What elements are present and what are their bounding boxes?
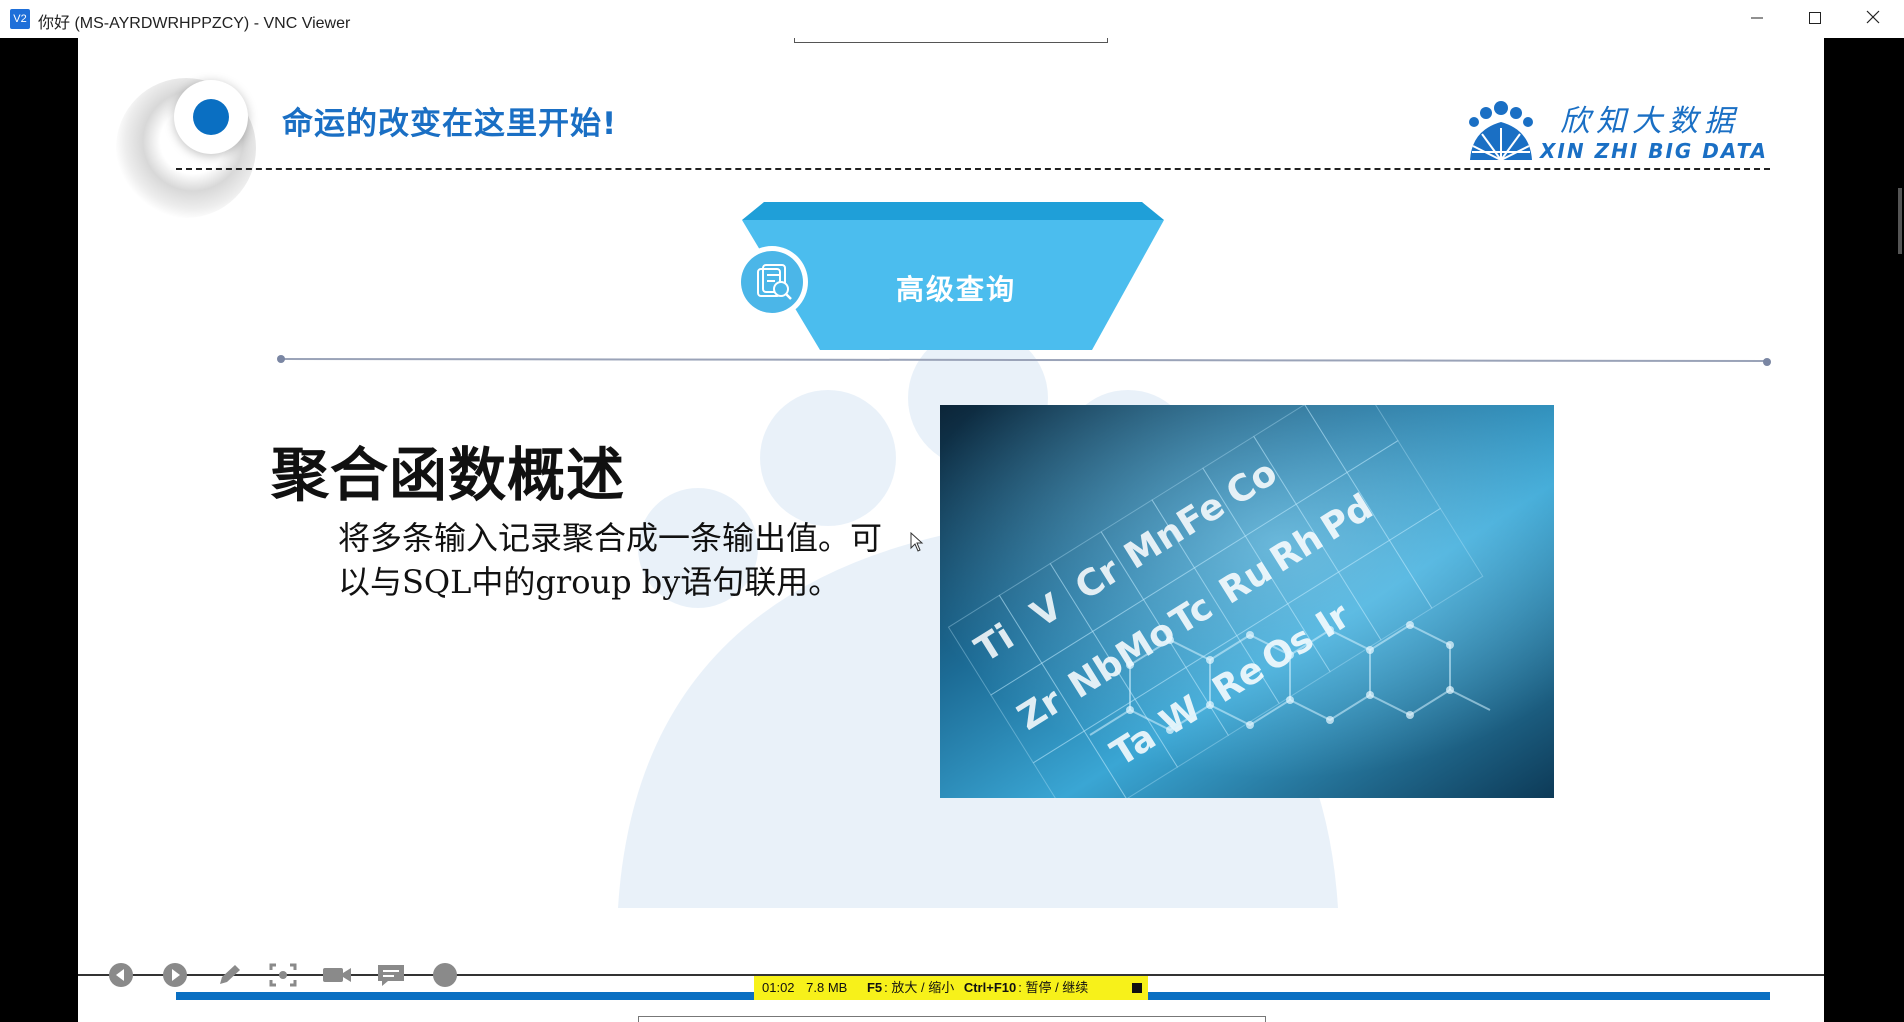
- comment-button[interactable]: [376, 962, 406, 988]
- prev-icon: [109, 963, 133, 987]
- section-title: 高级查询: [896, 273, 1017, 306]
- more-button[interactable]: [430, 962, 460, 988]
- xinzhi-logo-icon: [1469, 101, 1533, 160]
- logo-english-name: XIN ZHI BIG DATA: [1540, 139, 1769, 163]
- slogan: 命运的改变在这里开始!: [282, 106, 618, 142]
- zoom-shortcut-key: F5: [866, 980, 883, 995]
- slide-body-text: 将多条输入记录聚合成一条输出值。可以与SQL中的group by语句联用。: [338, 519, 883, 601]
- zoom-shortcut-desc: : 放大 / 缩小: [884, 980, 955, 995]
- divider-endpoint: [1763, 358, 1771, 366]
- previous-button[interactable]: [106, 962, 136, 988]
- scrollbar-thumb[interactable]: [1898, 188, 1902, 254]
- header-bullet-dot: [193, 99, 229, 135]
- stop-icon[interactable]: [1132, 983, 1142, 993]
- pause-shortcut-key: Ctrl+F10: [963, 980, 1017, 995]
- screenshot-button[interactable]: [268, 962, 298, 988]
- vnc-app-icon: V2: [10, 9, 30, 29]
- divider-endpoint: [277, 355, 285, 363]
- recorder-status-bar: 01:02 7.8 MB F5: 放大 / 缩小 Ctrl+F10: 暂停 / …: [754, 976, 1148, 1000]
- maximize-icon: [1809, 12, 1821, 24]
- pause-shortcut-desc: : 暂停 / 继续: [1018, 980, 1089, 995]
- header-divider: [176, 168, 1770, 170]
- window-titlebar: V2 你好 (MS-AYRDWRHPPZCY) - VNC Viewer: [0, 0, 1904, 39]
- pen-icon: [220, 965, 240, 984]
- search-document-icon: [736, 246, 808, 318]
- mouse-cursor-icon: [910, 532, 924, 552]
- more-icon: [433, 963, 457, 987]
- slide-heading: 聚合函数概述: [271, 441, 626, 509]
- minimize-icon: [1751, 17, 1763, 19]
- logo-chinese-name: 欣知大数据: [1560, 104, 1740, 139]
- presentation-slide: 命运的改变在这里开始! 欣知大数据 XIN ZHI BIG DATA 高级查询 …: [78, 38, 1824, 1022]
- next-icon: [163, 963, 187, 987]
- recording-time: 01:02: [762, 980, 795, 995]
- pen-button[interactable]: [214, 962, 244, 988]
- window-title: 你好 (MS-AYRDWRHPPZCY) - VNC Viewer: [38, 15, 351, 32]
- close-icon: [1866, 10, 1880, 24]
- bottom-handle: [638, 1016, 1266, 1022]
- recording-size: 7.8 MB: [806, 980, 848, 995]
- close-button[interactable]: [1844, 0, 1902, 38]
- minimize-button[interactable]: [1728, 0, 1786, 38]
- camera-button[interactable]: [322, 962, 352, 988]
- next-button[interactable]: [160, 962, 190, 988]
- comment-icon: [378, 965, 404, 986]
- camera-icon: [323, 968, 351, 982]
- screenshot-icon: [269, 963, 297, 987]
- periodic-table-image: TiVCr MnFeCo ZrNbMo TcRuRh PdTaW ReOsIr: [940, 405, 1554, 798]
- top-handle: [794, 38, 1108, 43]
- maximize-button[interactable]: [1786, 0, 1844, 38]
